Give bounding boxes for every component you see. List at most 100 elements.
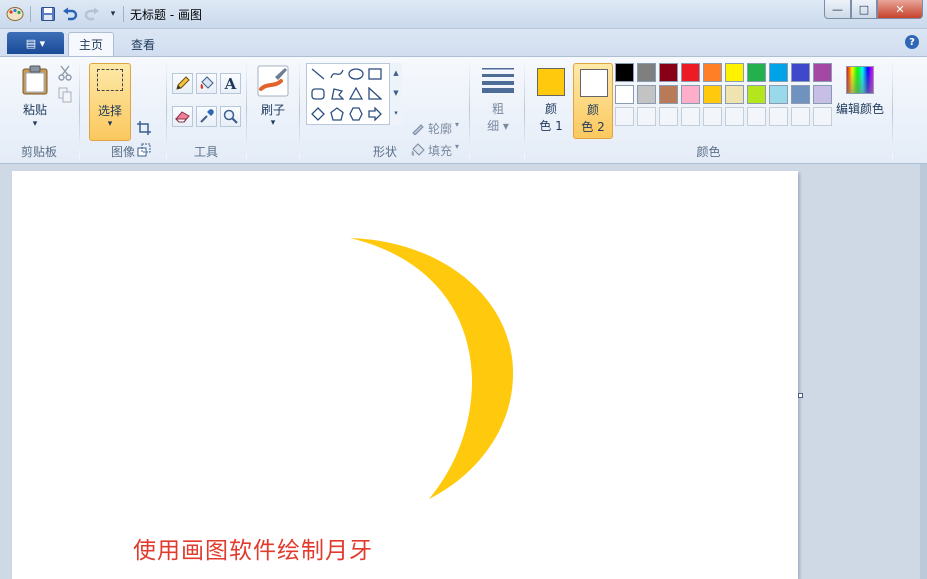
diamond-shape-icon[interactable]: [309, 105, 327, 123]
palette-empty-swatch[interactable]: [703, 107, 722, 126]
palette-swatch[interactable]: [747, 63, 766, 82]
fill-label[interactable]: 填充: [428, 142, 452, 159]
undo-icon[interactable]: [61, 5, 79, 23]
more-shapes-icon[interactable]: ▾: [390, 103, 402, 123]
group-separator: [892, 61, 893, 159]
redo-icon[interactable]: [83, 5, 101, 23]
oval-shape-icon[interactable]: [347, 65, 365, 83]
shapes-gallery: [306, 63, 402, 125]
color-picker-icon[interactable]: [196, 106, 217, 127]
palette-empty-swatch[interactable]: [725, 107, 744, 126]
palette-swatch[interactable]: [703, 63, 722, 82]
canvas-resize-handle[interactable]: [798, 393, 803, 398]
paste-button[interactable]: 粘贴 ▾: [18, 63, 52, 133]
palette-swatch[interactable]: [615, 63, 634, 82]
group-brushes: 刷子 ▾: [247, 57, 299, 164]
color2-button[interactable]: 颜 色 2: [573, 63, 613, 139]
resize-icon[interactable]: [135, 141, 153, 159]
app-menu-button[interactable]: ▤ ▾: [7, 32, 64, 54]
quick-access-separator: [123, 6, 124, 22]
polygon-shape-icon[interactable]: [328, 85, 346, 103]
crescent-moon-shape: [350, 238, 514, 499]
paste-dropdown-icon: ▾: [32, 119, 38, 129]
minimize-button[interactable]: —: [824, 0, 851, 19]
palette-empty-swatch[interactable]: [769, 107, 788, 126]
arrow-shape-icon[interactable]: [366, 105, 384, 123]
outline-icon[interactable]: [409, 119, 427, 137]
line-shape-icon[interactable]: [309, 65, 327, 83]
palette-swatch[interactable]: [659, 63, 678, 82]
copy-icon[interactable]: [56, 86, 74, 104]
palette-swatch[interactable]: [791, 85, 810, 104]
palette-swatch[interactable]: [725, 85, 744, 104]
select-button[interactable]: 选择 ▾: [89, 63, 131, 141]
tab-home[interactable]: 主页: [68, 32, 115, 56]
pencil-icon[interactable]: [172, 73, 193, 94]
crop-icon[interactable]: [135, 119, 153, 137]
triangle-shape-icon[interactable]: [347, 85, 365, 103]
palette-swatch[interactable]: [703, 85, 722, 104]
save-icon[interactable]: [39, 5, 57, 23]
customize-dropdown-icon[interactable]: ▾: [104, 5, 122, 23]
group-tools: A 工具: [167, 57, 245, 164]
palette-swatch[interactable]: [813, 85, 832, 104]
maximize-button[interactable]: □: [851, 0, 877, 19]
color1-label-line1: 颜: [544, 102, 557, 116]
outline-dropdown-icon[interactable]: ▾: [455, 120, 459, 129]
palette-empty-swatch[interactable]: [681, 107, 700, 126]
tab-view[interactable]: 查看: [121, 32, 165, 56]
palette-swatch[interactable]: [769, 63, 788, 82]
size-label-line1: 粗: [491, 102, 504, 116]
palette-swatch[interactable]: [791, 63, 810, 82]
edit-colors-icon[interactable]: [846, 66, 874, 94]
edit-colors-label[interactable]: 编辑颜色: [834, 100, 886, 117]
magnifier-icon[interactable]: [220, 106, 241, 127]
right-triangle-shape-icon[interactable]: [366, 85, 384, 103]
color1-button[interactable]: 颜 色 1: [531, 63, 571, 139]
palette-swatch[interactable]: [725, 63, 744, 82]
palette-swatch[interactable]: [681, 63, 700, 82]
fill-bucket-icon[interactable]: [196, 73, 217, 94]
text-tool-icon[interactable]: A: [220, 73, 241, 94]
brushes-button[interactable]: 刷子 ▾: [255, 63, 291, 133]
scroll-down-icon[interactable]: ▼: [390, 83, 402, 103]
close-button[interactable]: ✕: [877, 0, 923, 19]
group-label-tools: 工具: [193, 145, 218, 159]
rounded-rectangle-shape-icon[interactable]: [309, 85, 327, 103]
palette-swatch[interactable]: [637, 63, 656, 82]
palette-swatch[interactable]: [659, 85, 678, 104]
palette-empty-swatch[interactable]: [747, 107, 766, 126]
group-clipboard: 粘贴 ▾ 剪贴板: [0, 57, 78, 164]
curve-shape-icon[interactable]: [328, 65, 346, 83]
shapes-scroll[interactable]: ▲ ▼ ▾: [389, 63, 402, 125]
group-label-colors: 颜色: [696, 145, 721, 159]
window-controls: — □ ✕: [824, 0, 923, 19]
cut-icon[interactable]: [56, 64, 74, 82]
palette-swatch[interactable]: [637, 85, 656, 104]
help-icon[interactable]: ?: [905, 35, 919, 49]
pentagon-shape-icon[interactable]: [328, 105, 346, 123]
palette-swatch[interactable]: [813, 63, 832, 82]
group-size[interactable]: 粗 细 ▾: [472, 57, 524, 164]
palette-swatch[interactable]: [681, 85, 700, 104]
fill-icon[interactable]: [409, 141, 427, 159]
line-size-icon: [482, 68, 514, 93]
palette-empty-swatch[interactable]: [813, 107, 832, 126]
palette-swatch[interactable]: [747, 85, 766, 104]
outline-label[interactable]: 轮廓: [428, 120, 452, 137]
scroll-up-icon[interactable]: ▲: [390, 63, 402, 83]
palette-empty-swatch[interactable]: [637, 107, 656, 126]
palette-empty-swatch[interactable]: [659, 107, 678, 126]
paint-app-icon[interactable]: [6, 5, 24, 23]
palette-swatch[interactable]: [769, 85, 788, 104]
palette-empty-swatch[interactable]: [791, 107, 810, 126]
palette-empty-swatch[interactable]: [615, 107, 634, 126]
paste-label: 粘贴: [22, 103, 47, 117]
hexagon-shape-icon[interactable]: [347, 105, 365, 123]
fill-dropdown-icon[interactable]: ▾: [455, 142, 459, 151]
rectangle-shape-icon[interactable]: [366, 65, 384, 83]
color2-swatch: [580, 69, 608, 97]
palette-swatch[interactable]: [615, 85, 634, 104]
eraser-icon[interactable]: [172, 106, 193, 127]
color-palette: [615, 63, 835, 129]
